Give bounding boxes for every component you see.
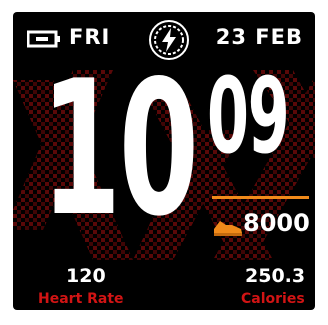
watch-face: FRI 23 FEB 10 09 8000 120 Heart Rate 250… [13,12,315,310]
time-hour: 10 [41,40,199,257]
heart-rate-value: 120 [66,265,106,287]
time-minutes: 09 [207,55,290,177]
steps-count: 8000 [243,209,310,237]
heart-rate-label: Heart Rate [38,291,124,307]
divider-line [212,196,309,199]
calories-label: Calories [241,291,305,307]
shoe-icon [214,221,242,236]
calories-value: 250.3 [245,265,306,287]
date-label: 23 FEB [215,25,303,49]
